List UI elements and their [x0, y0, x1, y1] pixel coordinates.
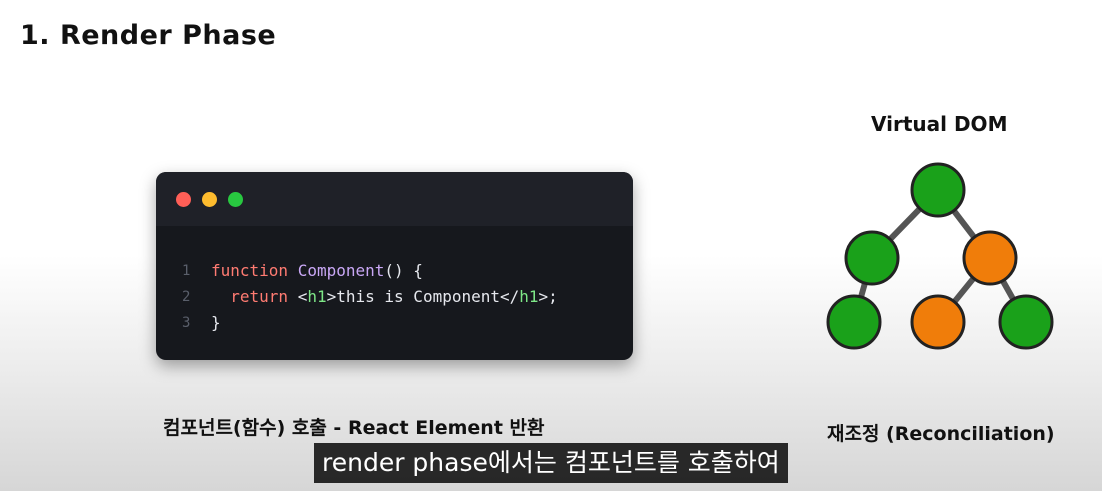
code-block: 1 function Component() {2 return <h1>this…	[156, 258, 633, 336]
tree-node-changed	[910, 294, 966, 350]
code-token: <	[297, 287, 308, 306]
code-token: >;	[538, 287, 558, 306]
code-window: 1 function Component() {2 return <h1>this…	[156, 172, 633, 360]
code-token: h1	[307, 287, 327, 306]
virtual-dom-tree	[826, 162, 1054, 350]
code-text: return <h1>this is Component</h1>;	[211, 284, 558, 310]
line-number: 2	[182, 289, 191, 305]
code-text: function Component() {	[211, 258, 423, 284]
code-text: }	[211, 310, 221, 336]
window-maximize-dot-icon	[228, 192, 243, 207]
code-token: }	[211, 313, 221, 332]
video-subtitle: render phase에서는 컴포넌트를 호출하여	[314, 443, 788, 483]
line-number: 1	[182, 263, 191, 279]
code-token: return	[211, 287, 298, 306]
code-token: function	[211, 261, 298, 280]
line-number: 3	[182, 315, 191, 331]
right-caption: 재조정 (Reconciliation)	[827, 423, 1055, 445]
code-token: h1	[519, 287, 539, 306]
code-window-titlebar	[156, 172, 633, 226]
tree-node-unchanged	[910, 162, 966, 218]
tree-node-unchanged	[844, 230, 900, 286]
tree-node-unchanged	[998, 294, 1054, 350]
window-close-dot-icon	[176, 192, 191, 207]
code-token: () {	[384, 261, 423, 280]
tree-node-changed	[962, 230, 1018, 286]
tree-node-unchanged	[826, 294, 882, 350]
slide-title: 1. Render Phase	[20, 20, 277, 51]
code-token: Component	[297, 261, 385, 280]
virtual-dom-title: Virtual DOM	[871, 112, 1008, 136]
code-line: 3}	[156, 310, 633, 336]
code-line: 1 function Component() {	[156, 258, 633, 284]
window-minimize-dot-icon	[202, 192, 217, 207]
code-line: 2 return <h1>this is Component</h1>;	[156, 284, 633, 310]
code-token: >this is Component</	[326, 287, 520, 306]
left-caption: 컴포넌트(함수) 호출 - React Element 반환	[163, 417, 545, 439]
